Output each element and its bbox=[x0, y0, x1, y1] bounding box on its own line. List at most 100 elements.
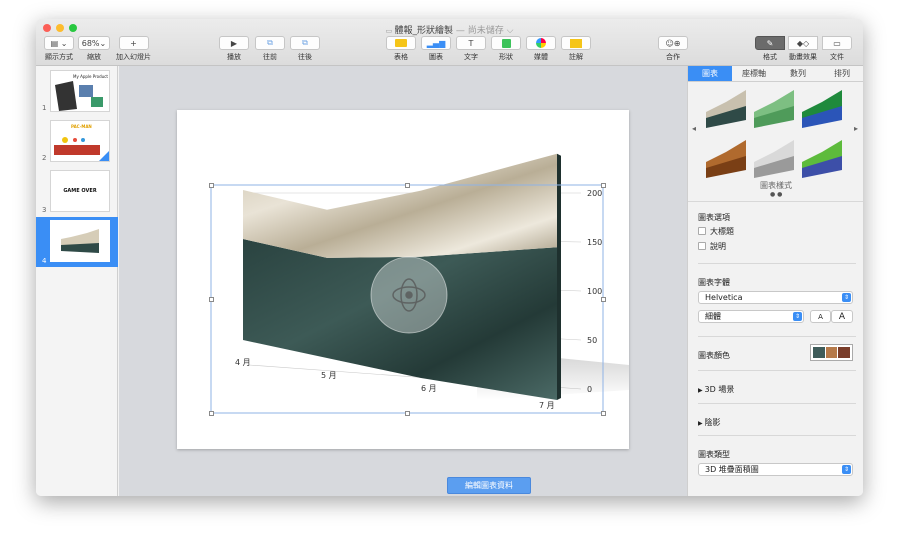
style-swatch-blue-green[interactable] bbox=[802, 90, 842, 128]
divider bbox=[688, 201, 863, 202]
chart-thumbnail-image bbox=[61, 229, 99, 253]
play-icon: ▶ bbox=[219, 36, 249, 50]
caption-checkbox[interactable] bbox=[698, 242, 706, 250]
style-swatch-wood[interactable] bbox=[706, 140, 746, 178]
play-label: 播放 bbox=[227, 53, 241, 61]
document-button[interactable]: ▭ 文件 bbox=[822, 36, 852, 62]
text-label: 文字 bbox=[464, 53, 478, 61]
increase-font-button[interactable]: A bbox=[831, 310, 853, 323]
resize-handle[interactable] bbox=[405, 183, 410, 188]
slide[interactable]: 0 50 100 150 200 4 月 5 月 6 月 7 月 bbox=[177, 110, 629, 449]
shape-button[interactable]: 形狀 bbox=[491, 36, 521, 62]
chart-icon: ▂▄▆ bbox=[421, 36, 451, 50]
chart-options-heading: 圖表選項 bbox=[698, 213, 730, 222]
zoom-control[interactable]: 68% ⌄ 縮放 bbox=[78, 36, 110, 62]
inspector-tabs: 圖表 座標軸 數列 排列 bbox=[688, 66, 863, 82]
tab-chart[interactable]: 圖表 bbox=[688, 66, 732, 81]
add-slide-button[interactable]: + 加入幻燈片 bbox=[116, 36, 151, 62]
y-tick-label: 150 bbox=[587, 238, 602, 247]
select-arrows-icon: ⇕ bbox=[842, 465, 851, 474]
style-swatch-silver[interactable] bbox=[754, 140, 794, 178]
font-weight-value: 細體 bbox=[705, 312, 721, 321]
add-slide-label: 加入幻燈片 bbox=[116, 53, 151, 61]
window-title: ▭ 體報_形狀繪製 — 尚未儲存 ⌵ bbox=[36, 23, 863, 36]
x-tick-label: 5 月 bbox=[321, 371, 337, 380]
table-label: 表格 bbox=[394, 53, 408, 61]
slide-thumbnail-2[interactable]: PAC-MAN bbox=[50, 120, 110, 162]
divider bbox=[698, 370, 856, 371]
x-tick-label: 4 月 bbox=[235, 358, 251, 367]
resize-handle[interactable] bbox=[209, 297, 214, 302]
decrease-font-button[interactable]: A bbox=[810, 310, 831, 323]
tab-series[interactable]: 數列 bbox=[776, 66, 820, 81]
edit-chart-data-button[interactable]: 編輯圖表資料 bbox=[447, 477, 531, 494]
view-button[interactable]: ▤ ⌄ 顯示方式 bbox=[44, 36, 74, 62]
slide-thumbnail-4[interactable] bbox=[50, 220, 110, 262]
style-swatch-green-glass[interactable] bbox=[754, 90, 794, 128]
resize-handle[interactable] bbox=[601, 183, 606, 188]
select-arrows-icon: ⇕ bbox=[842, 293, 851, 302]
title-checkbox[interactable] bbox=[698, 227, 706, 235]
resize-handle[interactable] bbox=[601, 297, 606, 302]
resize-handle[interactable] bbox=[209, 411, 214, 416]
resize-handle[interactable] bbox=[209, 183, 214, 188]
chart-type-heading: 圖表類型 bbox=[698, 450, 730, 459]
zoom-value: 68% ⌄ bbox=[78, 36, 110, 50]
chart-style-swatches bbox=[706, 90, 842, 178]
chart-color-heading: 圖表顏色 bbox=[698, 351, 730, 360]
y-tick-label: 100 bbox=[587, 287, 602, 296]
bring-forward-button[interactable]: ⧉ 往前 bbox=[255, 36, 285, 62]
chart-styles-label: 圖表樣式 bbox=[760, 181, 792, 190]
tab-axis[interactable]: 座標軸 bbox=[732, 66, 776, 81]
shape-label: 形狀 bbox=[499, 53, 513, 61]
collab-label: 合作 bbox=[666, 53, 680, 61]
y-tick-label: 200 bbox=[587, 189, 602, 198]
chart-font-heading: 圖表字體 bbox=[698, 278, 730, 287]
chart-type-value: 3D 堆疊面積圖 bbox=[705, 465, 759, 474]
shadow-disclosure[interactable]: ▶ 陰影 bbox=[698, 417, 721, 428]
font-family-select[interactable]: Helvetica ⇕ bbox=[698, 291, 853, 304]
area-chart[interactable]: 0 50 100 150 200 4 月 5 月 6 月 7 月 bbox=[177, 110, 629, 449]
zoom-label: 縮放 bbox=[87, 53, 101, 61]
animate-button[interactable]: ◆◇ 動畫效果 bbox=[788, 36, 818, 62]
format-button[interactable]: ✎ 格式 bbox=[755, 36, 785, 62]
slide-thumbnail-1[interactable]: My Apple Product bbox=[50, 70, 110, 112]
resize-handle[interactable] bbox=[601, 411, 606, 416]
text-button[interactable]: T 文字 bbox=[456, 36, 486, 62]
text-icon: T bbox=[456, 36, 486, 50]
x-tick-label: 7 月 bbox=[539, 401, 555, 410]
tab-arrange[interactable]: 排列 bbox=[820, 66, 863, 81]
document-panel-icon: ▭ bbox=[822, 36, 852, 50]
collaborate-button[interactable]: ☺⊕ 合作 bbox=[658, 36, 688, 62]
play-button[interactable]: ▶ 播放 bbox=[219, 36, 249, 62]
x-tick-label: 6 月 bbox=[421, 384, 437, 393]
chart-button[interactable]: ▂▄▆ 圖表 bbox=[421, 36, 451, 62]
font-weight-select[interactable]: 細體 ⇕ bbox=[698, 310, 804, 323]
resize-handle[interactable] bbox=[405, 411, 410, 416]
y-tick-label: 50 bbox=[587, 336, 597, 345]
y-tick-label: 0 bbox=[587, 385, 592, 394]
style-swatch-marble[interactable] bbox=[706, 90, 746, 128]
paintbrush-icon: ✎ bbox=[755, 36, 785, 50]
slide-number: 4 bbox=[42, 257, 47, 265]
slide-thumbnail-3[interactable]: GAME OVER bbox=[50, 170, 110, 212]
document-title[interactable]: 體報_形狀繪製 bbox=[394, 26, 453, 36]
3d-scene-label: 3D 場景 bbox=[704, 385, 735, 394]
send-backward-button[interactable]: ⧉ 往後 bbox=[290, 36, 320, 62]
collaborate-icon: ☺⊕ bbox=[658, 36, 688, 50]
page-dots[interactable]: ● ● bbox=[770, 191, 782, 198]
table-button[interactable]: 表格 bbox=[386, 36, 416, 62]
comment-icon bbox=[561, 36, 591, 50]
media-button[interactable]: 媒體 bbox=[526, 36, 556, 62]
view-label: 顯示方式 bbox=[45, 53, 73, 61]
media-icon bbox=[526, 36, 556, 50]
slide-number: 2 bbox=[42, 154, 47, 162]
animate-label: 動畫效果 bbox=[789, 53, 817, 61]
style-swatch-green-purple[interactable] bbox=[802, 140, 842, 178]
chart-color-swatch[interactable] bbox=[810, 344, 853, 361]
chart-type-select[interactable]: 3D 堆疊面積圖 ⇕ bbox=[698, 463, 853, 476]
divider bbox=[698, 403, 856, 404]
3d-scene-disclosure[interactable]: ▶ 3D 場景 bbox=[698, 384, 734, 395]
area-series-light[interactable] bbox=[243, 153, 557, 258]
comment-button[interactable]: 註解 bbox=[561, 36, 591, 62]
